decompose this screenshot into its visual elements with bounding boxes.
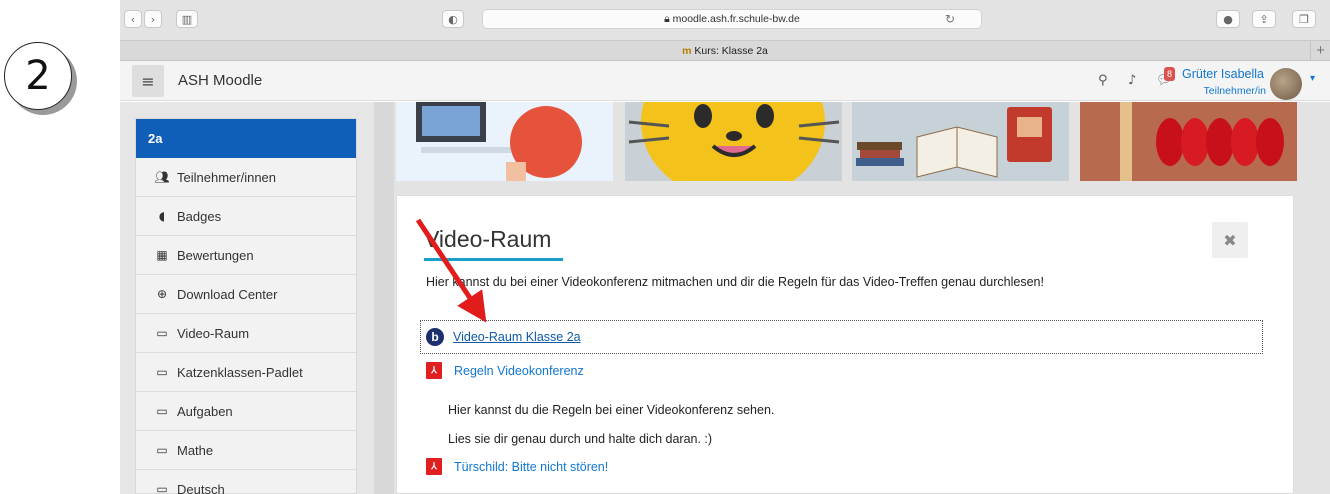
back-button[interactable]: ‹ [124, 10, 142, 28]
bigbluebutton-icon: b [426, 328, 444, 346]
active-tab[interactable]: m Kurs: Klasse 2a [120, 45, 1330, 57]
user-name[interactable]: Grüter Isabella [1182, 67, 1264, 81]
activity-link-tuerschild[interactable]: Türschild: Bitte nicht stören! [454, 460, 608, 474]
reload-icon[interactable]: ↻ [945, 12, 955, 26]
banner-image-computer[interactable] [396, 102, 613, 181]
avatar[interactable] [1270, 68, 1302, 100]
menu-toggle-icon[interactable]: ≡ [132, 65, 164, 97]
forward-button[interactable]: › [144, 10, 162, 28]
course-navigation-drawer: 2a 👥︎ Teilnehmer/innen ◖ Badges ▦ Bewert… [135, 118, 357, 494]
moodle-favicon-icon: m [682, 45, 695, 57]
folder-icon: ▭ [156, 443, 168, 457]
page: 2 ‹ › ▥ ◐ 🔒︎ moodle.ash.fr.schule-bw.de … [0, 0, 1330, 494]
folder-icon: ▭ [156, 404, 168, 418]
course-content: Video-Raum ✖ Hier kannst du bei einer Vi… [394, 102, 1330, 494]
drawer-item-participants[interactable]: 👥︎ Teilnehmer/innen [136, 158, 356, 197]
drawer-item-label: Aufgaben [177, 403, 233, 419]
shield-icon: ◖ [158, 209, 166, 223]
banner-image-abacus[interactable] [1080, 102, 1297, 181]
notifications-bell-icon[interactable]: ♪ [1128, 73, 1136, 88]
close-icon[interactable]: ✖ [1212, 222, 1248, 258]
drawer-item-course-2a[interactable]: 2a [136, 119, 356, 158]
drawer-item-deutsch[interactable]: ▭ Deutsch [136, 470, 356, 494]
banner-image-cat[interactable] [625, 102, 842, 181]
tab-title: Kurs: Klasse 2a [694, 45, 768, 57]
browser-window: ‹ › ▥ ◐ 🔒︎ moodle.ash.fr.schule-bw.de ↻ … [120, 0, 1330, 494]
title-underline [424, 258, 563, 261]
browser-toolbar: ‹ › ▥ ◐ 🔒︎ moodle.ash.fr.schule-bw.de ↻ … [120, 0, 1330, 40]
drawer-item-label: Katzenklassen-Padlet [177, 364, 303, 380]
pdf-icon: ⅄ [426, 362, 442, 379]
user-menu-chevron-down-icon[interactable]: ▾ [1310, 73, 1315, 84]
drawer-item-katzenklassen-padlet[interactable]: ▭ Katzenklassen-Padlet [136, 353, 356, 392]
drawer-item-label: Bewertungen [177, 247, 254, 263]
url-text: moodle.ash.fr.schule-bw.de [672, 13, 800, 25]
step-number: 2 [25, 53, 51, 99]
privacy-shield-icon[interactable]: ◐ [442, 10, 464, 28]
activity-link-regeln[interactable]: Regeln Videokonferenz [454, 364, 584, 378]
section-card: Video-Raum ✖ Hier kannst du bei einer Vi… [396, 195, 1294, 494]
activity-bigbluebutton[interactable]: b Video-Raum Klasse 2a [426, 328, 581, 346]
address-bar[interactable]: 🔒︎ moodle.ash.fr.schule-bw.de ↻ [482, 9, 982, 29]
table-icon: ▦ [156, 248, 168, 262]
activity-link-video-raum[interactable]: Video-Raum Klasse 2a [453, 330, 581, 344]
drawer-item-label: Teilnehmer/innen [177, 169, 277, 185]
section-intro: Hier kannst du bei einer Videokonferenz … [426, 275, 1044, 289]
activity-pdf-tuerschild[interactable]: ⅄ Türschild: Bitte nicht stören! [426, 458, 608, 475]
drawer-divider [374, 102, 394, 494]
drawer-item-grades[interactable]: ▦ Bewertungen [136, 236, 356, 275]
search-icon[interactable]: ⚲ [1098, 73, 1108, 88]
folder-icon: ▭ [156, 482, 168, 494]
messages-count-badge: 8 [1164, 67, 1175, 81]
step-number-badge: 2 [4, 42, 72, 110]
lock-icon: 🔒︎ [664, 13, 673, 25]
users-icon: 👥︎ [154, 170, 170, 184]
tabs-overview-icon[interactable]: ❐ [1292, 10, 1316, 28]
folder-icon: ▭ [156, 365, 168, 379]
banner-image-books[interactable] [852, 102, 1069, 181]
moodle-navbar: ≡ ASH Moodle ⚲ ♪ 💬︎ 8 Grüter Isabella Te… [120, 61, 1330, 101]
drawer-item-label: Mathe [177, 442, 214, 458]
tab-bar: m Kurs: Klasse 2a + [120, 40, 1330, 61]
pdf-icon: ⅄ [426, 458, 442, 475]
drawer-item-label: 2a [148, 130, 163, 146]
drawer-item-mathe[interactable]: ▭ Mathe [136, 431, 356, 470]
drawer-item-label: Video-Raum [177, 325, 250, 341]
folder-icon: ▭ [156, 326, 168, 340]
download-icon: ⊕ [156, 287, 168, 301]
share-icon[interactable]: ⇪ [1252, 10, 1276, 28]
drawer-item-badges[interactable]: ◖ Badges [136, 197, 356, 236]
sidebar-toggle-icon[interactable]: ▥ [176, 10, 198, 28]
drawer-item-label: Deutsch [177, 481, 225, 494]
drawer-item-aufgaben[interactable]: ▭ Aufgaben [136, 392, 356, 431]
drawer-item-download-center[interactable]: ⊕ Download Center [136, 275, 356, 314]
activity-pdf-regeln[interactable]: ⅄ Regeln Videokonferenz [426, 362, 584, 379]
new-tab-button[interactable]: + [1310, 41, 1330, 61]
site-brand[interactable]: ASH Moodle [178, 72, 262, 89]
user-role: Teilnehmer/in [1203, 85, 1266, 97]
activity-description-line: Hier kannst du die Regeln bei einer Vide… [448, 403, 775, 417]
drawer-item-video-raum[interactable]: ▭ Video-Raum [136, 314, 356, 353]
drawer-item-label: Download Center [177, 286, 278, 302]
section-title: Video-Raum [424, 226, 552, 252]
downloads-icon[interactable]: ● [1216, 10, 1240, 28]
activity-description-line: Lies sie dir genau durch und halte dich … [448, 432, 713, 446]
drawer-item-label: Badges [177, 208, 222, 224]
